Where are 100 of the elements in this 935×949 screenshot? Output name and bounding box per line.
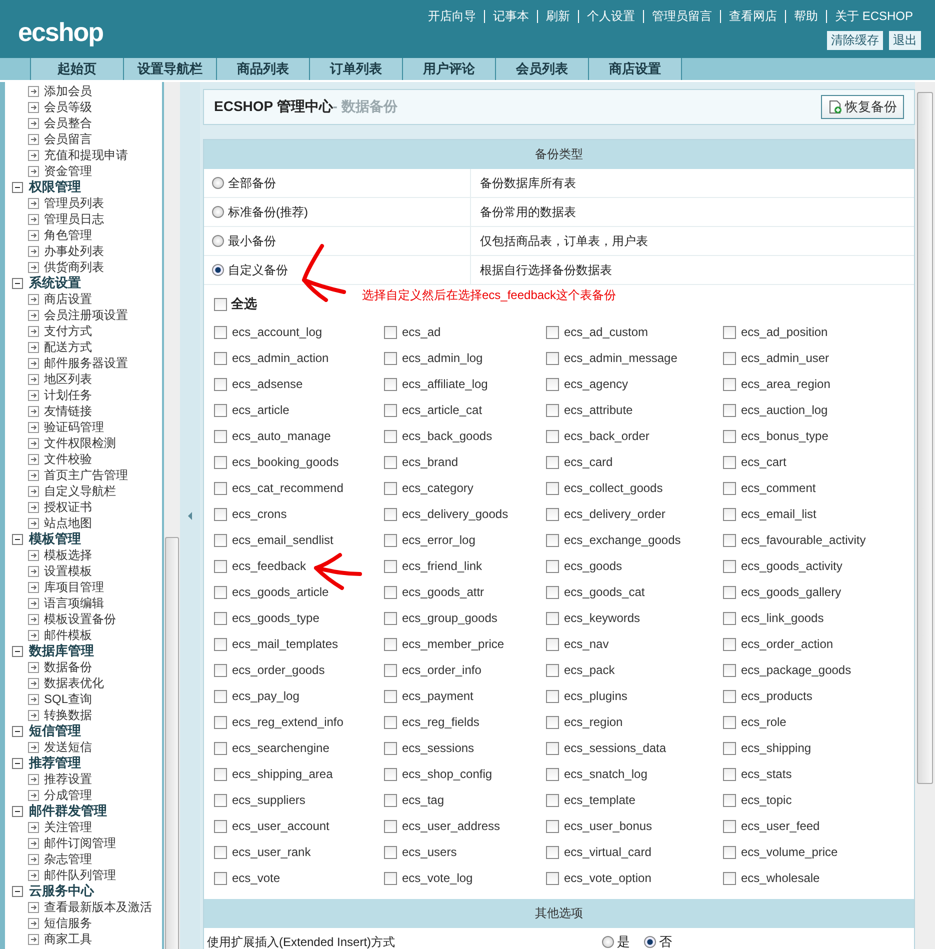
checkbox[interactable] [723,378,736,390]
checkbox[interactable] [546,378,559,390]
table-checkbox[interactable]: ecs_wholesale [723,865,914,891]
nav-tab[interactable]: 会员列表 [495,58,588,80]
table-checkbox[interactable]: ecs_cart [723,449,914,475]
table-checkbox[interactable]: ecs_collect_goods [546,475,723,501]
checkbox[interactable] [384,534,397,546]
sidebar-item[interactable]: 计划任务 [44,386,92,404]
table-checkbox[interactable]: ecs_volume_price [723,839,914,865]
table-checkbox[interactable]: ecs_email_sendlist [214,527,384,553]
sidebar-group-title[interactable]: 权限管理 [29,178,81,196]
sidebar-item[interactable]: 会员整合 [44,114,92,132]
collapse-icon[interactable] [12,534,23,544]
table-checkbox[interactable]: ecs_adsense [214,371,384,397]
table-checkbox[interactable]: ecs_shipping [723,735,914,761]
table-checkbox[interactable]: ecs_pay_log [214,683,384,709]
nav-tab[interactable]: 起始页 [30,58,123,80]
checkbox[interactable] [723,872,736,884]
sidebar-item[interactable]: 设置模板 [44,562,92,580]
sidebar-item[interactable]: 邮件队列管理 [44,866,116,884]
sidebar-item[interactable]: 转换数据 [44,706,92,724]
checkbox[interactable] [214,534,227,546]
table-checkbox[interactable]: ecs_goods_cat [546,579,723,605]
checkbox[interactable] [546,404,559,416]
sidebar-group-title[interactable]: 数据库管理 [29,642,94,660]
checkbox[interactable] [214,586,227,598]
header-link[interactable]: 关于 ECSHOP [826,8,921,25]
checkbox[interactable] [384,742,397,754]
table-checkbox[interactable]: ecs_link_goods [723,605,914,631]
nav-tab[interactable]: 用户评论 [402,58,495,80]
checkbox[interactable] [546,560,559,572]
sidebar-item[interactable]: 支付方式 [44,322,92,340]
sidebar-item[interactable]: 库项目管理 [44,578,104,596]
table-checkbox[interactable]: ecs_user_bonus [546,813,723,839]
header-link[interactable]: 帮助 [786,8,826,25]
table-checkbox[interactable]: ecs_tag [384,787,546,813]
table-checkbox[interactable]: ecs_vote [214,865,384,891]
radio-button[interactable] [212,206,224,218]
table-checkbox[interactable]: ecs_stats [723,761,914,787]
table-checkbox[interactable]: ecs_ad_position [723,319,914,345]
table-checkbox[interactable]: ecs_order_action [723,631,914,657]
table-checkbox[interactable]: ecs_error_log [384,527,546,553]
header-link[interactable]: 记事本 [484,8,537,25]
checkbox[interactable] [384,664,397,676]
sidebar-item[interactable]: 站点地图 [44,514,92,532]
table-checkbox[interactable]: ecs_member_price [384,631,546,657]
sidebar-item[interactable]: 邮件订阅管理 [44,834,116,852]
table-checkbox[interactable]: ecs_bonus_type [723,423,914,449]
sidebar-item[interactable]: 充值和提现申请 [44,146,128,164]
checkbox[interactable] [214,560,227,572]
checkbox[interactable] [384,586,397,598]
sidebar-item[interactable]: 短信服务 [44,914,92,932]
table-checkbox[interactable]: ecs_admin_action [214,345,384,371]
sidebar-item[interactable]: 会员等级 [44,98,92,116]
checkbox[interactable] [723,352,736,364]
sidebar-group-title[interactable]: 推荐管理 [29,754,81,772]
table-checkbox[interactable]: ecs_area_region [723,371,914,397]
checkbox[interactable] [546,456,559,468]
table-checkbox[interactable]: ecs_vote_log [384,865,546,891]
table-checkbox[interactable]: ecs_shop_config [384,761,546,787]
header-link[interactable]: 管理员留言 [644,8,720,25]
table-checkbox[interactable]: ecs_brand [384,449,546,475]
table-checkbox[interactable]: ecs_auto_manage [214,423,384,449]
sidebar-item[interactable]: 办事处列表 [44,242,104,260]
checkbox[interactable] [384,612,397,624]
table-checkbox[interactable]: ecs_snatch_log [546,761,723,787]
checkbox[interactable] [384,638,397,650]
table-checkbox[interactable]: ecs_reg_extend_info [214,709,384,735]
checkbox[interactable] [384,768,397,780]
table-checkbox[interactable]: ecs_article_cat [384,397,546,423]
checkbox[interactable] [723,820,736,832]
table-checkbox[interactable]: ecs_pack [546,657,723,683]
table-checkbox[interactable]: ecs_admin_user [723,345,914,371]
table-checkbox[interactable]: ecs_goods_article [214,579,384,605]
checkbox[interactable] [214,298,227,310]
checkbox[interactable] [546,690,559,702]
checkbox[interactable] [384,508,397,520]
sidebar-item[interactable]: 杂志管理 [44,850,92,868]
collapse-icon[interactable] [12,182,23,192]
radio-option[interactable]: 自定义备份 [204,256,471,284]
table-checkbox[interactable]: ecs_user_rank [214,839,384,865]
sidebar-item[interactable]: 查看最新版本及激活 [44,898,152,916]
table-checkbox[interactable]: ecs_order_info [384,657,546,683]
table-checkbox[interactable]: ecs_region [546,709,723,735]
checkbox[interactable] [214,456,227,468]
table-checkbox[interactable]: ecs_favourable_activity [723,527,914,553]
checkbox[interactable] [384,430,397,442]
radio-button[interactable] [602,936,614,948]
header-button[interactable]: 清除缓存 [827,31,883,50]
sidebar-item[interactable]: 友情链接 [44,402,92,420]
checkbox[interactable] [214,508,227,520]
logo[interactable]: ecshop [18,10,104,48]
checkbox[interactable] [546,768,559,780]
sidebar-item[interactable]: 文件权限检测 [44,434,116,452]
table-checkbox[interactable]: ecs_comment [723,475,914,501]
table-checkbox[interactable]: ecs_keywords [546,605,723,631]
table-checkbox[interactable]: ecs_back_order [546,423,723,449]
table-checkbox[interactable]: ecs_goods [546,553,723,579]
table-checkbox[interactable]: ecs_vote_option [546,865,723,891]
checkbox[interactable] [723,768,736,780]
